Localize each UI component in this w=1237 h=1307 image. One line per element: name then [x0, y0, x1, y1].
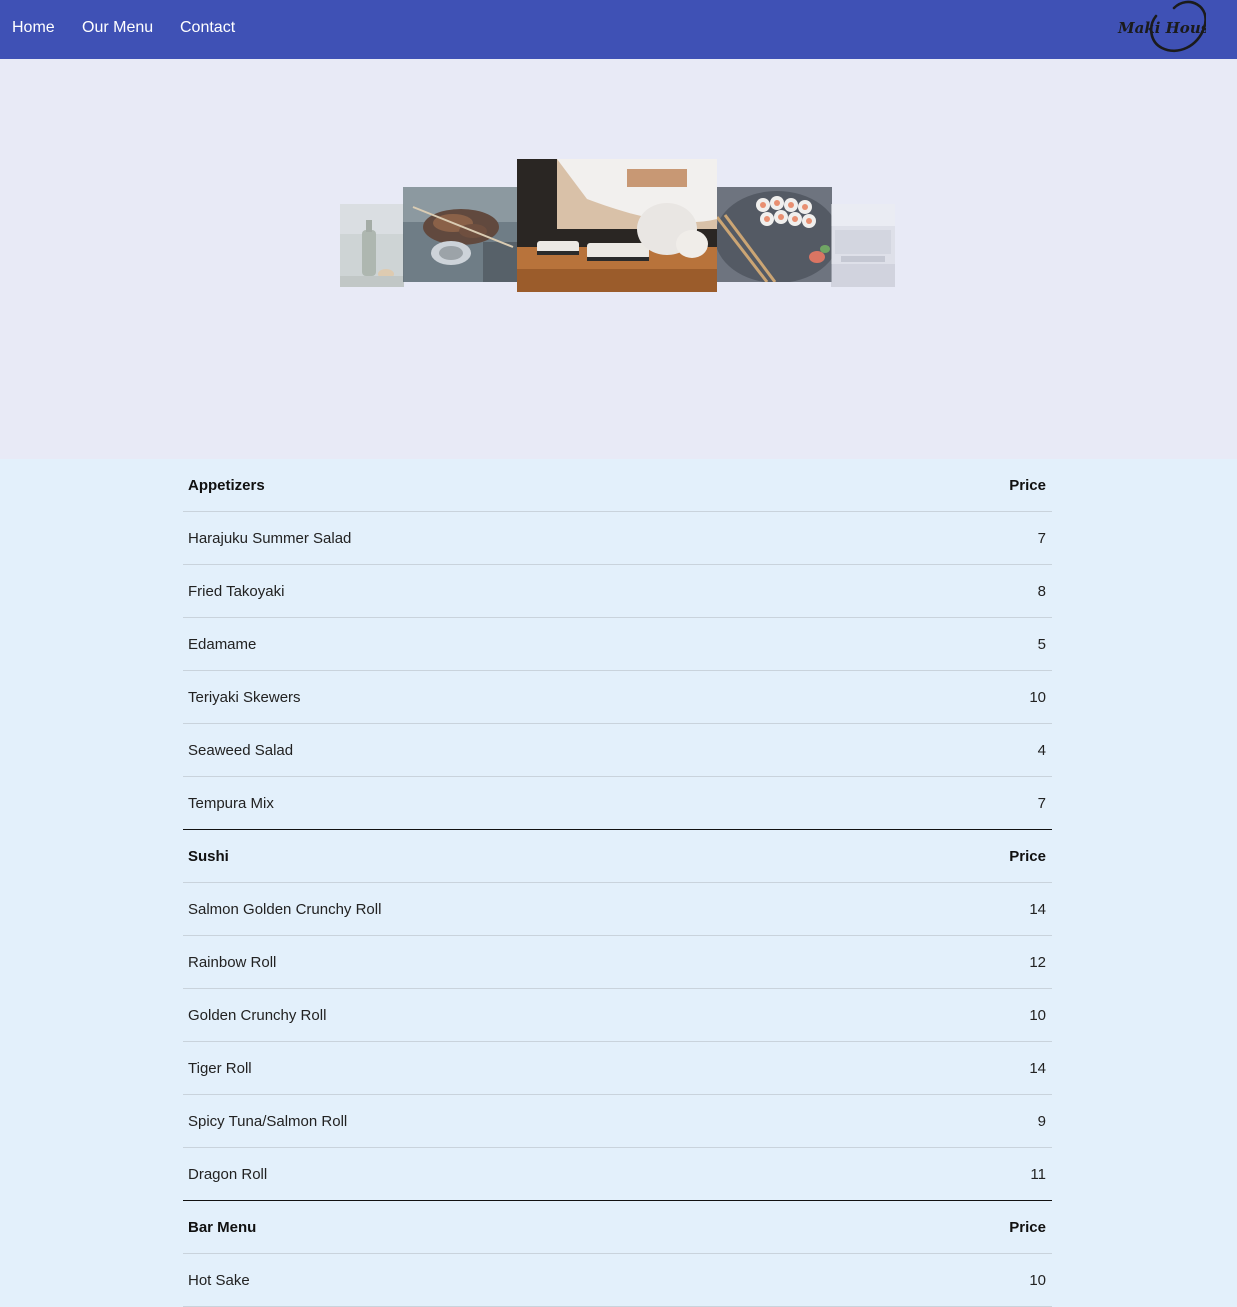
- item-price: 8: [1037, 583, 1046, 600]
- menu-row: Hot Sake 10: [183, 1254, 1052, 1307]
- section-title: Bar Menu: [188, 1219, 257, 1236]
- menu-row: Dragon Roll 11: [183, 1148, 1052, 1201]
- menu-row: Salmon Golden Crunchy Roll 14: [183, 883, 1052, 936]
- section-title: Appetizers: [188, 477, 265, 494]
- item-name: Spicy Tuna/Salmon Roll: [188, 1113, 348, 1130]
- item-price: 12: [1029, 954, 1046, 971]
- menu-row: Teriyaki Skewers 10: [183, 671, 1052, 724]
- item-name: Tiger Roll: [188, 1060, 252, 1077]
- item-price: 10: [1029, 1007, 1046, 1024]
- menu-row: Tiger Roll 14: [183, 1042, 1052, 1095]
- section-header-sushi: Sushi Price: [183, 830, 1052, 883]
- item-price: 7: [1037, 795, 1046, 812]
- logo-text: Maki House: [1117, 19, 1206, 37]
- price-column-header: Price: [1009, 477, 1046, 494]
- menu-row: Spicy Tuna/Salmon Roll 9: [183, 1095, 1052, 1148]
- item-name: Hot Sake: [188, 1272, 250, 1289]
- item-name: Tempura Mix: [188, 795, 274, 812]
- item-price: 14: [1029, 1060, 1046, 1077]
- item-price: 5: [1037, 636, 1046, 653]
- menu-row: Fried Takoyaki 8: [183, 565, 1052, 618]
- price-column-header: Price: [1009, 1219, 1046, 1236]
- maki-house-logo[interactable]: Maki House: [1116, 0, 1206, 56]
- carousel-photo-sake[interactable]: [340, 204, 404, 287]
- menu-row: Tempura Mix 7: [183, 777, 1052, 830]
- menu-row: Golden Crunchy Roll 10: [183, 989, 1052, 1042]
- carousel-photo-interior[interactable]: [831, 204, 895, 287]
- carousel-photo-chef[interactable]: [517, 159, 717, 292]
- section-header-bar-menu: Bar Menu Price: [183, 1201, 1052, 1254]
- menu-row: Seaweed Salad 4: [183, 724, 1052, 777]
- item-name: Rainbow Roll: [188, 954, 277, 971]
- item-price: 11: [1030, 1166, 1046, 1183]
- item-price: 10: [1029, 1272, 1046, 1289]
- item-price: 4: [1037, 742, 1046, 759]
- carousel-photo-sushi-plate[interactable]: [717, 187, 832, 282]
- item-price: 10: [1029, 689, 1046, 706]
- item-name: Salmon Golden Crunchy Roll: [188, 901, 382, 918]
- item-name: Fried Takoyaki: [188, 583, 285, 600]
- menu-row: Edamame 5: [183, 618, 1052, 671]
- price-column-header: Price: [1009, 848, 1046, 865]
- nav-home-link[interactable]: Home: [12, 18, 55, 38]
- item-name: Seaweed Salad: [188, 742, 294, 759]
- hero-carousel: [0, 59, 1237, 459]
- item-name: Golden Crunchy Roll: [188, 1007, 327, 1024]
- menu-row: Harajuku Summer Salad 7: [183, 512, 1052, 565]
- nav-contact-link[interactable]: Contact: [180, 18, 235, 38]
- item-name: Dragon Roll: [188, 1166, 268, 1183]
- item-name: Harajuku Summer Salad: [188, 530, 352, 547]
- menu-row: Rainbow Roll 12: [183, 936, 1052, 989]
- nav-our-menu-link[interactable]: Our Menu: [82, 18, 153, 38]
- section-header-appetizers: Appetizers Price: [183, 459, 1052, 512]
- carousel-photo-skewers[interactable]: [403, 187, 519, 282]
- item-price: 7: [1037, 530, 1046, 547]
- item-price: 14: [1029, 901, 1046, 918]
- item-name: Edamame: [188, 636, 257, 653]
- menu-table: Appetizers Price Harajuku Summer Salad 7…: [183, 459, 1052, 1307]
- item-price: 9: [1037, 1113, 1046, 1130]
- item-name: Teriyaki Skewers: [188, 689, 301, 706]
- section-title: Sushi: [188, 848, 229, 865]
- navbar: Home Our Menu Contact Maki House: [0, 0, 1237, 59]
